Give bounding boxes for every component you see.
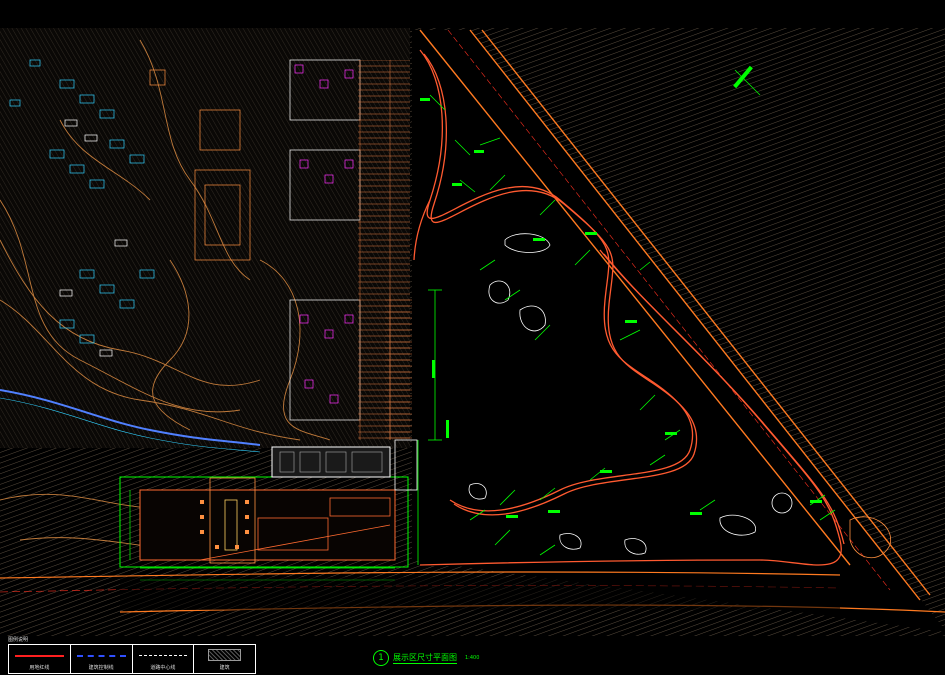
legend-item-building: 建筑 [194,645,255,673]
legend-label: 建筑控制线 [88,665,114,671]
legend: 用地红线 建筑控制线 道路中心线 建筑 [8,644,256,674]
pavilion-area [139,489,396,561]
legend-label: 道路中心线 [150,665,176,671]
drawing-scale: 1:400 [465,655,480,661]
top-black-band [0,0,945,28]
legend-item-red-line: 用地红线 [9,645,71,673]
drawing-title: 展示区尺寸平面图 [393,653,457,664]
road-band [120,577,840,610]
site-plan-canvas [0,0,945,675]
parking-strip-2 [385,295,413,440]
sales-building [271,446,391,478]
drawing-title-block: 1 展示区尺寸平面图 1:400 [373,650,479,666]
legend-label: 用地红线 [29,665,50,671]
legend-item-center-line: 道路中心线 [133,645,195,673]
legend-item-control-line: 建筑控制线 [71,645,133,673]
legend-title: 图例说明 [8,637,29,643]
drawing-number: 1 [373,650,389,666]
legend-label: 建筑 [219,665,230,671]
